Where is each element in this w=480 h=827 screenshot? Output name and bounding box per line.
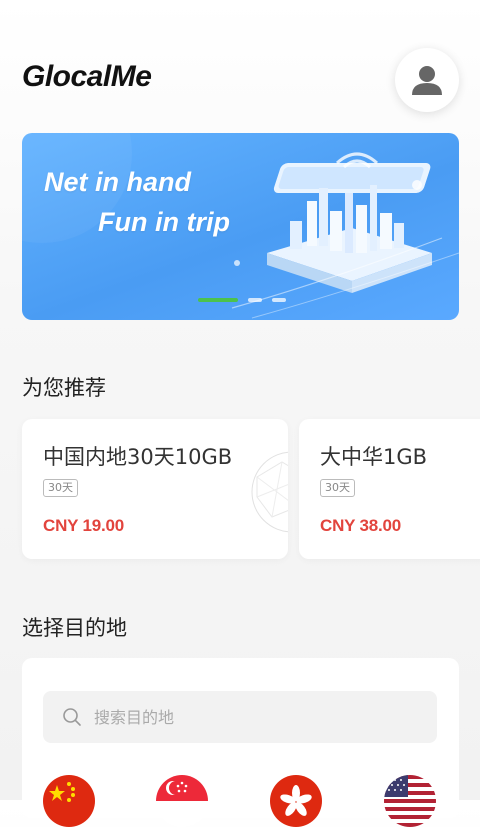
globe-decoration-icon <box>251 451 288 533</box>
recommend-card[interactable]: 大中华1GB 30天 CNY 38.00 <box>299 419 480 559</box>
search-icon <box>63 708 81 726</box>
hong-kong-flag-icon[interactable] <box>270 775 322 827</box>
plan-price: CNY 38.00 <box>320 516 402 535</box>
plan-duration-tag: 30天 <box>320 479 355 497</box>
section-title-destination: 选择目的地 <box>22 616 127 640</box>
carousel-dot[interactable] <box>272 298 286 302</box>
banner-headline-1: Net in hand <box>44 167 191 197</box>
search-input[interactable] <box>92 706 396 728</box>
search-bar[interactable] <box>43 691 437 743</box>
plan-price: CNY 19.00 <box>43 516 125 535</box>
destination-card <box>22 658 459 827</box>
singapore-flag-icon[interactable] <box>156 775 208 827</box>
plan-name: 中国内地30天10GB <box>43 445 233 469</box>
user-icon <box>412 66 442 95</box>
profile-button[interactable] <box>395 48 459 112</box>
recommend-card[interactable]: 中国内地30天10GB 30天 CNY 19.00 <box>22 419 288 559</box>
banner-illustration <box>22 133 459 319</box>
promo-banner[interactable]: Net in hand Fun in trip <box>22 133 459 320</box>
usa-flag-icon[interactable] <box>384 775 436 827</box>
carousel-indicator <box>198 298 286 302</box>
banner-headline-2: Fun in trip <box>98 207 230 237</box>
section-title-recommend: 为您推荐 <box>22 376 106 400</box>
carousel-dot-active[interactable] <box>198 298 238 302</box>
china-flag-icon[interactable] <box>43 775 95 827</box>
plan-name: 大中华1GB <box>320 445 428 469</box>
app-logo: GlocalMe <box>22 60 152 93</box>
carousel-dot[interactable] <box>248 298 262 302</box>
plan-duration-tag: 30天 <box>43 479 78 497</box>
